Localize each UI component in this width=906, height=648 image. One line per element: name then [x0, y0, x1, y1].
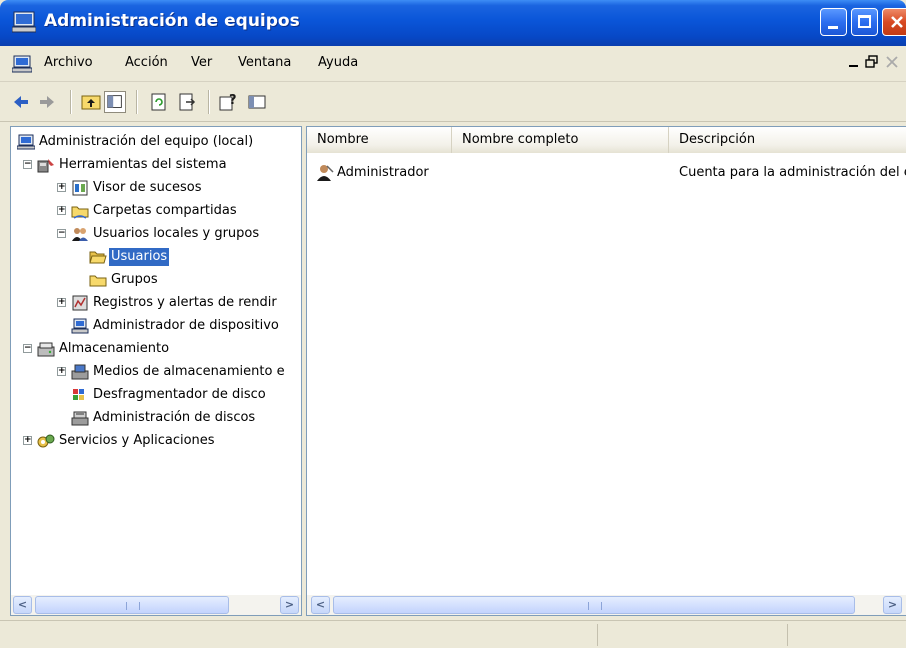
menu-accion[interactable]: Acción: [125, 55, 168, 70]
shared-folder-icon: [71, 206, 89, 219]
scroll-right-button[interactable]: >: [280, 596, 299, 614]
close-button[interactable]: [882, 8, 906, 36]
results-pane[interactable]: Nombre Nombre completo Descripción Admin…: [306, 126, 906, 616]
menu-ayuda[interactable]: Ayuda: [318, 55, 358, 70]
console-tree-pane[interactable]: Administración del equipo (local) − Herr…: [10, 126, 302, 616]
status-bar: [0, 620, 906, 648]
menu-ventana[interactable]: Ventana: [238, 55, 291, 70]
computer-icon: [17, 134, 35, 150]
close-icon: [891, 16, 903, 28]
scroll-left-button[interactable]: <: [311, 596, 330, 614]
child-close-button[interactable]: [884, 54, 900, 70]
device-manager-icon: [71, 318, 89, 334]
status-cell-main: [4, 624, 598, 646]
collapse-toggle[interactable]: −: [23, 344, 32, 353]
help-icon[interactable]: ?: [218, 91, 240, 113]
child-minimize-button[interactable]: [846, 54, 862, 70]
restore-icon: [865, 55, 878, 68]
row-name: Administrador: [337, 165, 429, 180]
computer-management-icon: [12, 11, 36, 33]
disk-management-icon: [71, 411, 89, 426]
menu-archivo[interactable]: Archivo: [44, 55, 93, 70]
window-title: Administración de equipos: [44, 11, 300, 31]
child-restore-button[interactable]: [864, 54, 880, 70]
table-row[interactable]: Administrador Cuenta para la administrac…: [307, 163, 906, 183]
minimize-button[interactable]: [820, 8, 847, 36]
open-folder-icon: [89, 251, 107, 264]
user-icon: [317, 165, 334, 181]
scrollbar-thumb[interactable]: [35, 596, 229, 614]
folder-icon: [89, 275, 107, 287]
event-viewer-icon: [72, 180, 88, 196]
title-bar: Administración de equipos: [0, 0, 906, 46]
collapse-toggle[interactable]: −: [23, 160, 32, 169]
menu-bar: Archivo Acción Ver Ventana Ayuda: [0, 46, 906, 82]
scroll-left-button[interactable]: <: [13, 596, 32, 614]
up-folder-icon[interactable]: [80, 91, 102, 113]
status-cell-secondary: [600, 624, 788, 646]
expand-toggle[interactable]: +: [23, 436, 32, 445]
storage-icon: [37, 342, 55, 357]
expand-toggle[interactable]: +: [57, 183, 66, 192]
child-window-controls: [842, 54, 906, 74]
tree-horizontal-scrollbar[interactable]: < >: [11, 595, 301, 615]
toolbar-separator: [208, 90, 210, 114]
minimize-icon: [849, 65, 858, 67]
console-document-icon[interactable]: [12, 55, 32, 73]
scrollbar-thumb[interactable]: [333, 596, 855, 614]
list-header: Nombre Nombre completo Descripción: [307, 127, 906, 153]
collapse-toggle[interactable]: −: [57, 229, 66, 238]
forward-arrow-icon[interactable]: [36, 91, 58, 113]
maximize-button[interactable]: [851, 8, 878, 36]
row-description: Cuenta para la administración del e: [679, 165, 906, 180]
services-applications-icon: [37, 434, 55, 448]
svg-text:?: ?: [229, 93, 237, 108]
menu-ver[interactable]: Ver: [191, 55, 212, 70]
users-groups-icon: [72, 228, 88, 241]
scroll-right-button[interactable]: >: [883, 596, 902, 614]
show-hide-tree-icon[interactable]: [104, 91, 126, 113]
maximize-icon: [858, 15, 871, 28]
system-tools-icon: [37, 159, 54, 173]
expand-toggle[interactable]: +: [57, 298, 66, 307]
close-icon: [886, 56, 898, 68]
console-icon[interactable]: [246, 91, 268, 113]
toolbar-separator: [70, 90, 72, 114]
toolbar-separator: [136, 90, 138, 114]
column-header-nombre[interactable]: Nombre: [307, 127, 452, 153]
minimize-icon: [828, 26, 838, 29]
list-horizontal-scrollbar[interactable]: < >: [307, 595, 906, 615]
column-header-descripcion[interactable]: Descripción: [669, 127, 906, 153]
toolbar: ?: [0, 82, 906, 122]
removable-storage-icon: [71, 364, 89, 380]
back-arrow-icon[interactable]: [10, 91, 32, 113]
column-header-nombre-completo[interactable]: Nombre completo: [452, 127, 669, 153]
export-list-icon[interactable]: [176, 91, 198, 113]
status-cell-tertiary: [790, 624, 904, 646]
defrag-icon: [73, 389, 84, 400]
performance-logs-icon: [72, 295, 88, 311]
refresh-icon[interactable]: [148, 91, 170, 113]
expand-toggle[interactable]: +: [57, 367, 66, 376]
expand-toggle[interactable]: +: [57, 206, 66, 215]
